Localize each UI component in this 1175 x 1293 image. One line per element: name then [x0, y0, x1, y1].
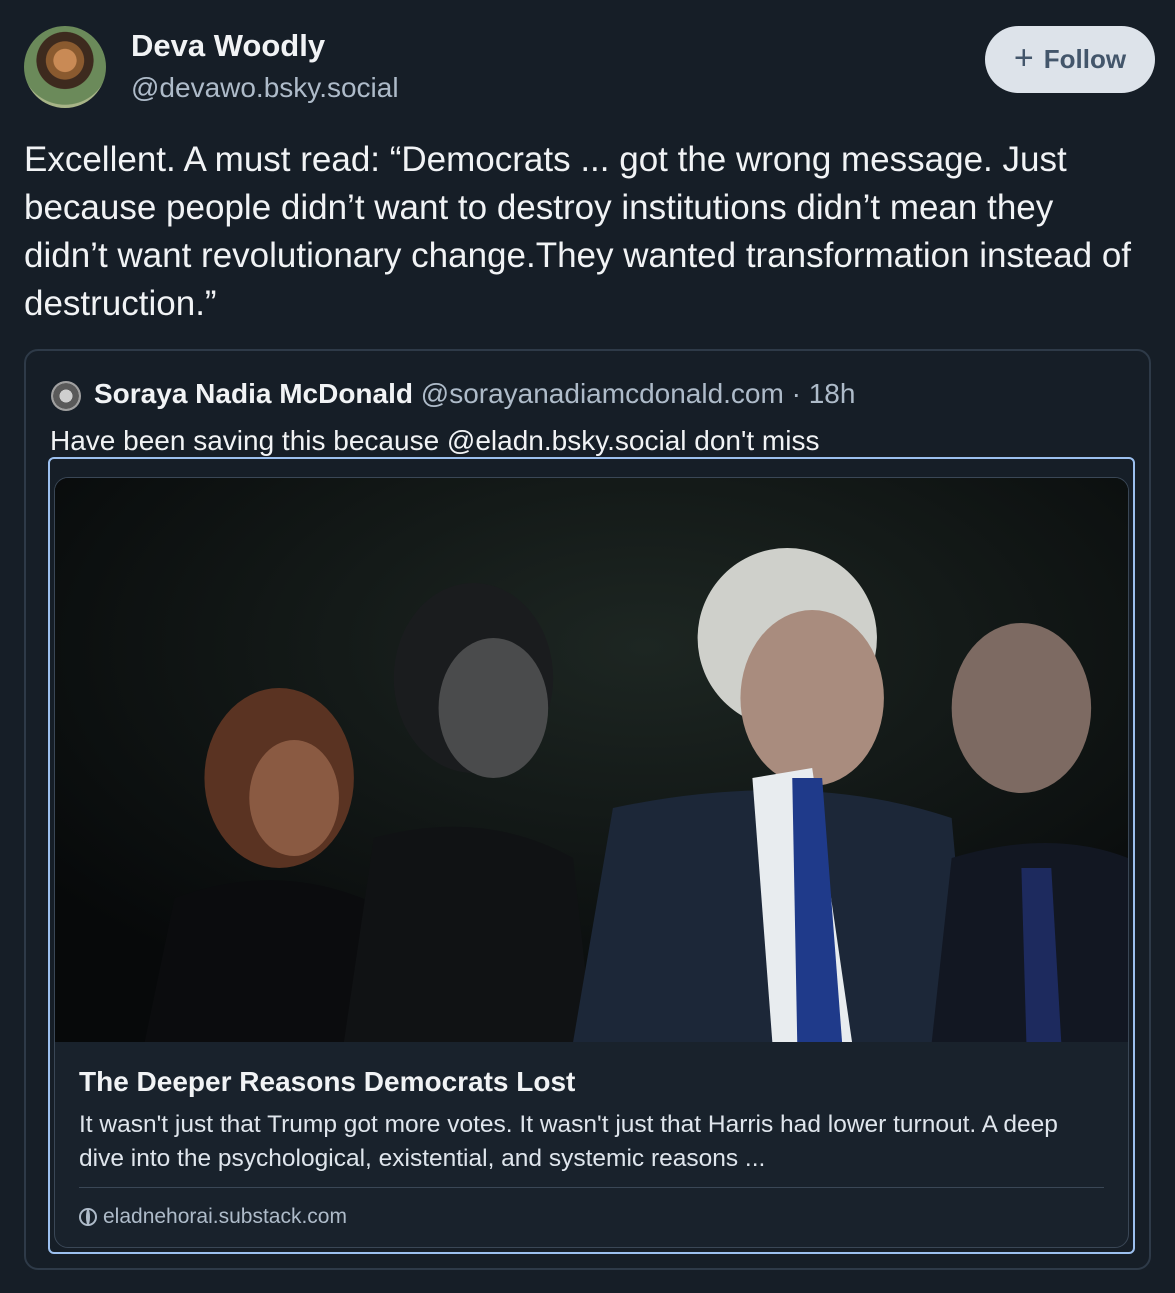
link-preview-image[interactable] [55, 478, 1128, 1042]
divider [79, 1187, 1104, 1188]
author-handle[interactable]: @devawo.bsky.social [131, 72, 399, 104]
author-avatar[interactable] [24, 26, 106, 108]
quoted-post-text: Have been saving this because @eladn.bsk… [50, 425, 820, 456]
quoted-author-handle[interactable]: @sorayanadiamcdonald.com [421, 378, 784, 409]
quoted-author-avatar[interactable] [51, 381, 81, 411]
quoted-post-header: Soraya Nadia McDonald @sorayanadiamcdona… [94, 378, 855, 410]
link-domain-text: eladnehorai.substack.com [103, 1205, 347, 1228]
link-preview-description: It wasn't just that Trump got more votes… [79, 1111, 1058, 1172]
header-separator: · [783, 378, 809, 409]
photo-illustration [55, 478, 1128, 1042]
plus-icon: + [1013, 39, 1034, 77]
quoted-post-time[interactable]: 18h [809, 378, 856, 409]
link-preview-title[interactable]: The Deeper Reasons Democrats Lost [79, 1066, 575, 1098]
quoted-post-card[interactable]: Soraya Nadia McDonald @sorayanadiamcdona… [24, 349, 1151, 1270]
link-preview-domain[interactable]: eladnehorai.substack.com [79, 1205, 347, 1229]
follow-button-label: Follow [1043, 44, 1127, 74]
link-preview-inner: The Deeper Reasons Democrats Lost It was… [54, 477, 1129, 1248]
quoted-author-name[interactable]: Soraya Nadia McDonald [94, 378, 413, 409]
post-text: Excellent. A must read: “Democrats ... g… [24, 140, 1132, 323]
follow-button[interactable]: + Follow [985, 26, 1155, 93]
link-preview-card[interactable]: The Deeper Reasons Democrats Lost It was… [48, 457, 1135, 1254]
globe-icon [79, 1208, 97, 1226]
author-display-name[interactable]: Deva Woodly [131, 28, 325, 64]
